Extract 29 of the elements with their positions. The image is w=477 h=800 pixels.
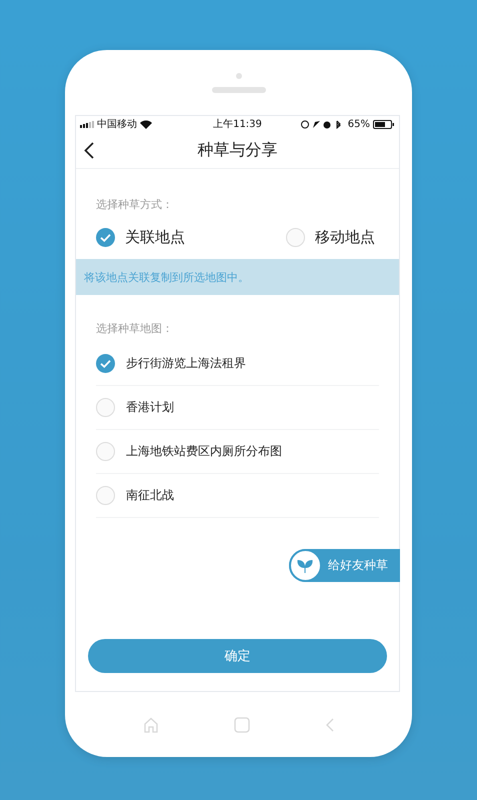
hint-text: 将该地点关联复制到所选地图中。 [83, 270, 249, 284]
back-icon[interactable] [84, 142, 94, 159]
check-circle[interactable] [96, 354, 115, 373]
page-title: 种草与分享 [198, 140, 278, 160]
radio-button[interactable] [286, 228, 305, 247]
signal-icon [80, 120, 94, 128]
recent-apps-icon[interactable] [234, 716, 250, 732]
carrier-name: 中国移动 [97, 118, 137, 131]
check-circle[interactable] [96, 398, 115, 417]
map-name[interactable]: 香港计划 [126, 399, 174, 416]
sprout-icon [289, 549, 322, 582]
check-circle[interactable] [96, 486, 115, 505]
camera-dot [236, 73, 242, 79]
option-label[interactable]: 关联地点 [125, 228, 185, 247]
section-label: 选择种草地图： [95, 321, 174, 336]
section-label: 选择种草方式： [95, 197, 174, 212]
battery-percent: 65% [348, 118, 370, 130]
radio-button[interactable] [96, 228, 115, 247]
map-name[interactable]: 上海地铁站费区内厕所分布图 [126, 443, 282, 460]
wifi-icon [140, 120, 152, 128]
map-name[interactable]: 步行街游览上海法租界 [126, 355, 246, 372]
battery-icon [372, 120, 395, 128]
home-icon[interactable] [142, 716, 158, 732]
status-time: 上午11:39 [213, 118, 262, 131]
speaker-slot [212, 87, 266, 93]
option-label[interactable]: 移动地点 [315, 228, 375, 247]
back-nav-icon[interactable] [324, 716, 334, 732]
check-circle[interactable] [96, 442, 115, 461]
map-name[interactable]: 南征北战 [126, 487, 174, 504]
